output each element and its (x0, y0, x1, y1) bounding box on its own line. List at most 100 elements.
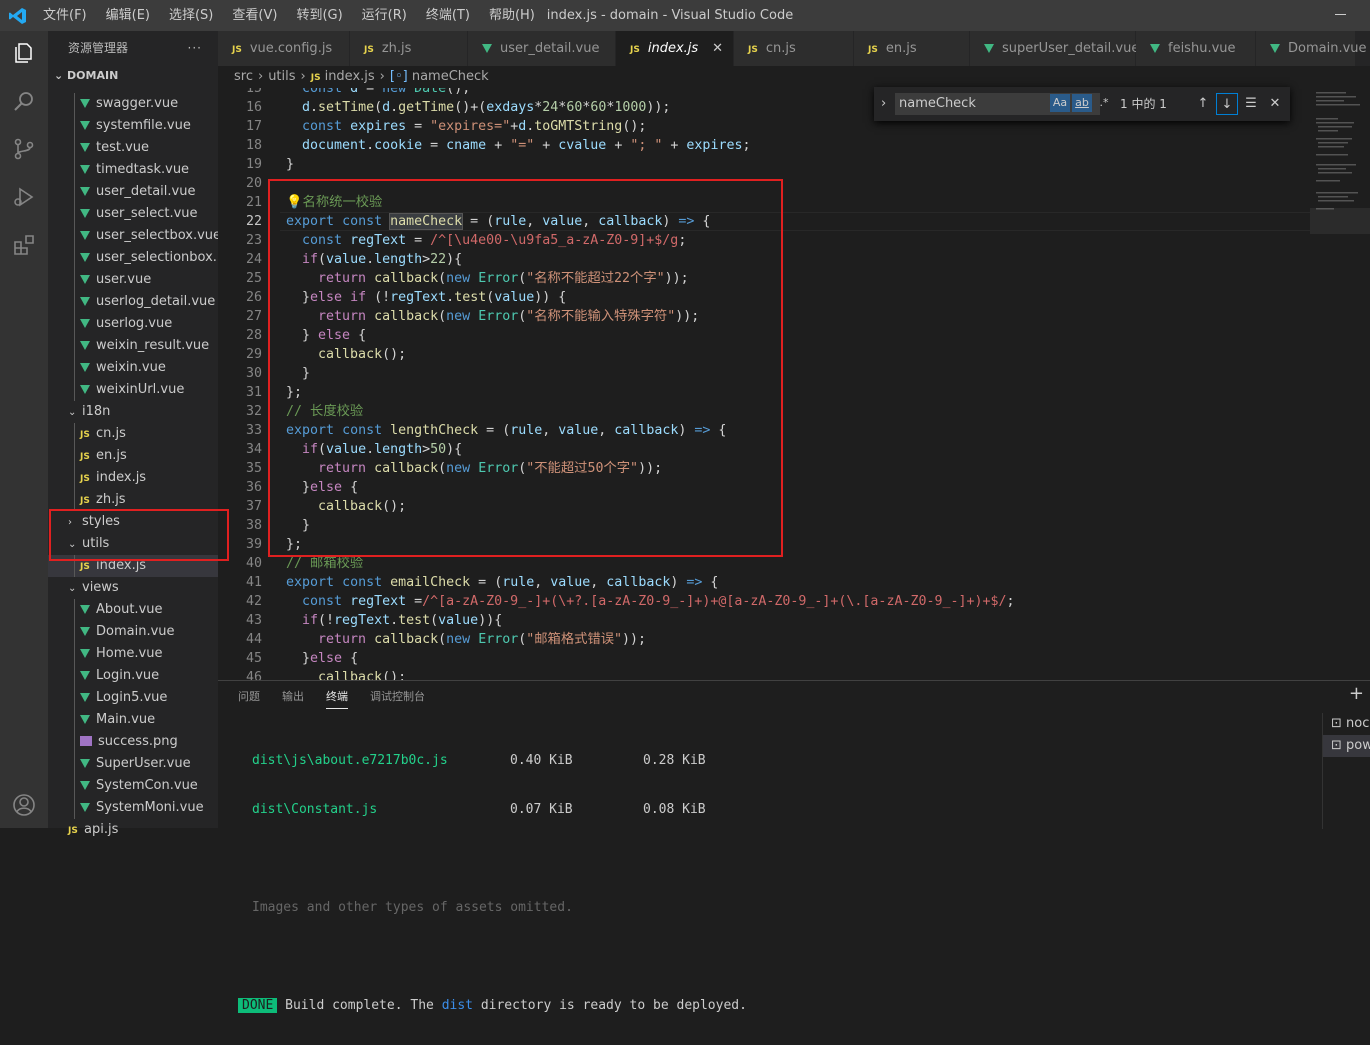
code-line: }else if (!regText.test(value)) { (286, 290, 567, 305)
breadcrumb: src › utils › JS index.js › [◦] nameCheck (218, 66, 1370, 88)
tree-item[interactable]: systemfile.vue (48, 115, 218, 137)
code-line: // 长度校验 (286, 404, 364, 419)
vue-file-icon (80, 253, 90, 262)
vue-file-icon (80, 803, 90, 812)
code-line: const regText =/^[a-zA-Z0-9_-]+(\+?.[a-z… (302, 594, 1015, 609)
tree-item[interactable]: success.png (48, 731, 218, 753)
tree-item[interactable]: weixin_result.vue (48, 335, 218, 357)
tree-item[interactable]: Login5.vue (48, 687, 218, 709)
whole-word-toggle[interactable]: ab (1072, 94, 1092, 112)
account-icon[interactable] (12, 793, 36, 817)
code-line: return callback(new Error("名称不能超过22个字"))… (318, 271, 689, 286)
tree-item[interactable]: JS zh.js (48, 489, 218, 511)
terminal-row: dist\Constant.js 0.07 KiB 0.08 KiB (252, 800, 747, 819)
breadcrumb-src[interactable]: src (234, 69, 253, 84)
previous-match-icon[interactable]: ↑ (1192, 93, 1214, 115)
close-icon[interactable]: ✕ (1264, 93, 1286, 115)
minimap[interactable] (1310, 88, 1370, 680)
terminal-item[interactable]: ⊡ pow (1323, 735, 1370, 757)
tree-item[interactable]: Home.vue (48, 643, 218, 665)
tree-item[interactable]: About.vue (48, 599, 218, 621)
tree-item[interactable]: user_detail.vue (48, 181, 218, 203)
code-line: } (286, 157, 295, 172)
tree-item-label: zh.js (96, 492, 126, 507)
tree-item[interactable]: Domain.vue (48, 621, 218, 643)
tree-item[interactable]: JS api.js (48, 819, 218, 841)
workspace-section[interactable]: ⌄ DOMAIN (48, 65, 218, 87)
tree-item[interactable]: JS en.js (48, 445, 218, 467)
extensions-icon[interactable] (12, 233, 36, 257)
js-file-icon: JS (630, 45, 640, 55)
line-number: 35 (245, 461, 262, 476)
panel-tab[interactable]: 终端 (326, 681, 348, 709)
tree-item[interactable]: user.vue (48, 269, 218, 291)
tree-item[interactable]: JS index.js (48, 555, 218, 577)
breadcrumb-utils[interactable]: utils (268, 69, 295, 84)
regex-toggle[interactable]: .* (1094, 94, 1114, 112)
tree-item[interactable]: test.vue (48, 137, 218, 159)
close-icon[interactable]: ✕ (712, 31, 723, 66)
tree-item[interactable]: ⌄ utils (48, 533, 218, 555)
terminal-output[interactable]: dist\js\about.e7217b0c.js 0.40 KiB 0.28 Ki… (238, 721, 747, 1045)
line-number: 41 (245, 575, 262, 590)
next-match-icon[interactable]: ↓ (1216, 93, 1238, 115)
tree-item[interactable]: user_select.vue (48, 203, 218, 225)
tree-item[interactable]: swagger.vue (48, 93, 218, 115)
line-number: 28 (245, 328, 262, 343)
tree-item[interactable]: JS cn.js (48, 423, 218, 445)
explorer-icon[interactable] (12, 41, 36, 65)
new-terminal-icon[interactable]: + (1349, 683, 1364, 704)
tree-item[interactable]: SystemCon.vue (48, 775, 218, 797)
tree-item[interactable]: user_selectbox.vue (48, 225, 218, 247)
tree-item-label: swagger.vue (96, 96, 179, 111)
tree-item[interactable]: timedtask.vue (48, 159, 218, 181)
find-in-selection-icon[interactable]: ☰ (1240, 93, 1262, 115)
explorer-sidebar: 资源管理器 ··· ⌄ DOMAIN swagger.vue systemfile… (48, 31, 218, 837)
tree-item[interactable]: weixin.vue (48, 357, 218, 379)
tree-item[interactable]: ⌄ i18n (48, 401, 218, 423)
tab-cn-js[interactable]: JS cn.js (734, 31, 854, 66)
panel-tab[interactable]: 输出 (282, 681, 304, 713)
tree-item[interactable]: SystemMoni.vue (48, 797, 218, 819)
line-number: 19 (245, 157, 262, 172)
terminal-item[interactable]: ⊡ noc (1323, 713, 1370, 735)
run-debug-icon[interactable] (12, 185, 36, 209)
tab-vue-config-js[interactable]: JS vue.config.js (218, 31, 350, 66)
vue-file-icon (482, 44, 492, 53)
tree-item[interactable]: userlog_detail.vue (48, 291, 218, 313)
chevron-right-icon[interactable]: › (881, 93, 886, 115)
activity-bar (0, 31, 48, 828)
match-case-toggle[interactable]: Aa (1050, 94, 1070, 112)
tree-item[interactable]: ⌄ views (48, 577, 218, 599)
tab-en-js[interactable]: JS en.js (854, 31, 970, 66)
search-icon[interactable] (12, 89, 36, 113)
more-actions-icon[interactable]: ··· (188, 31, 202, 65)
tree-item[interactable]: JS index.js (48, 467, 218, 489)
tree-item[interactable]: SuperUser.vue (48, 753, 218, 775)
breadcrumb-file[interactable]: index.js (325, 69, 375, 84)
tab-feishu-vue[interactable]: feishu.vue (1136, 31, 1256, 66)
tab-label: en.js (885, 41, 917, 56)
panel-tab[interactable]: 调试控制台 (370, 681, 425, 713)
line-number: 20 (245, 176, 262, 191)
js-file-icon: JS (748, 45, 758, 55)
tab-domain-vue[interactable]: Domain.vue (1256, 31, 1367, 66)
panel-tab[interactable]: 问题 (238, 681, 260, 713)
tree-item[interactable]: Main.vue (48, 709, 218, 731)
tab-label: vue.config.js (249, 41, 333, 56)
tab-superuser-detail-vue[interactable]: superUser_detail.vue (970, 31, 1139, 66)
tab-user-detail-vue[interactable]: user_detail.vue (468, 31, 616, 66)
code-editor[interactable]: 15 const d = new Date(); 16 d.setTime(d.g… (218, 88, 1310, 680)
title-bar: 文件(F) 编辑(E) 选择(S) 查看(V) 转到(G) 运行(R) 终端(T) 帮助(H)… (0, 0, 1370, 31)
tree-item[interactable]: weixinUrl.vue (48, 379, 218, 401)
tree-item[interactable]: userlog.vue (48, 313, 218, 335)
tree-item[interactable]: Login.vue (48, 665, 218, 687)
breadcrumb-symbol[interactable]: nameCheck (412, 69, 489, 84)
tree-item[interactable]: user_selectionbox.... (48, 247, 218, 269)
tree-item-label: weixin.vue (96, 360, 166, 375)
tab-zh-js[interactable]: JS zh.js (350, 31, 468, 66)
minimize-button[interactable] (1335, 14, 1346, 15)
source-control-icon[interactable] (12, 137, 36, 161)
tab-index-js[interactable]: JS index.js ✕ (616, 31, 734, 66)
tree-item[interactable]: › styles (48, 511, 218, 533)
